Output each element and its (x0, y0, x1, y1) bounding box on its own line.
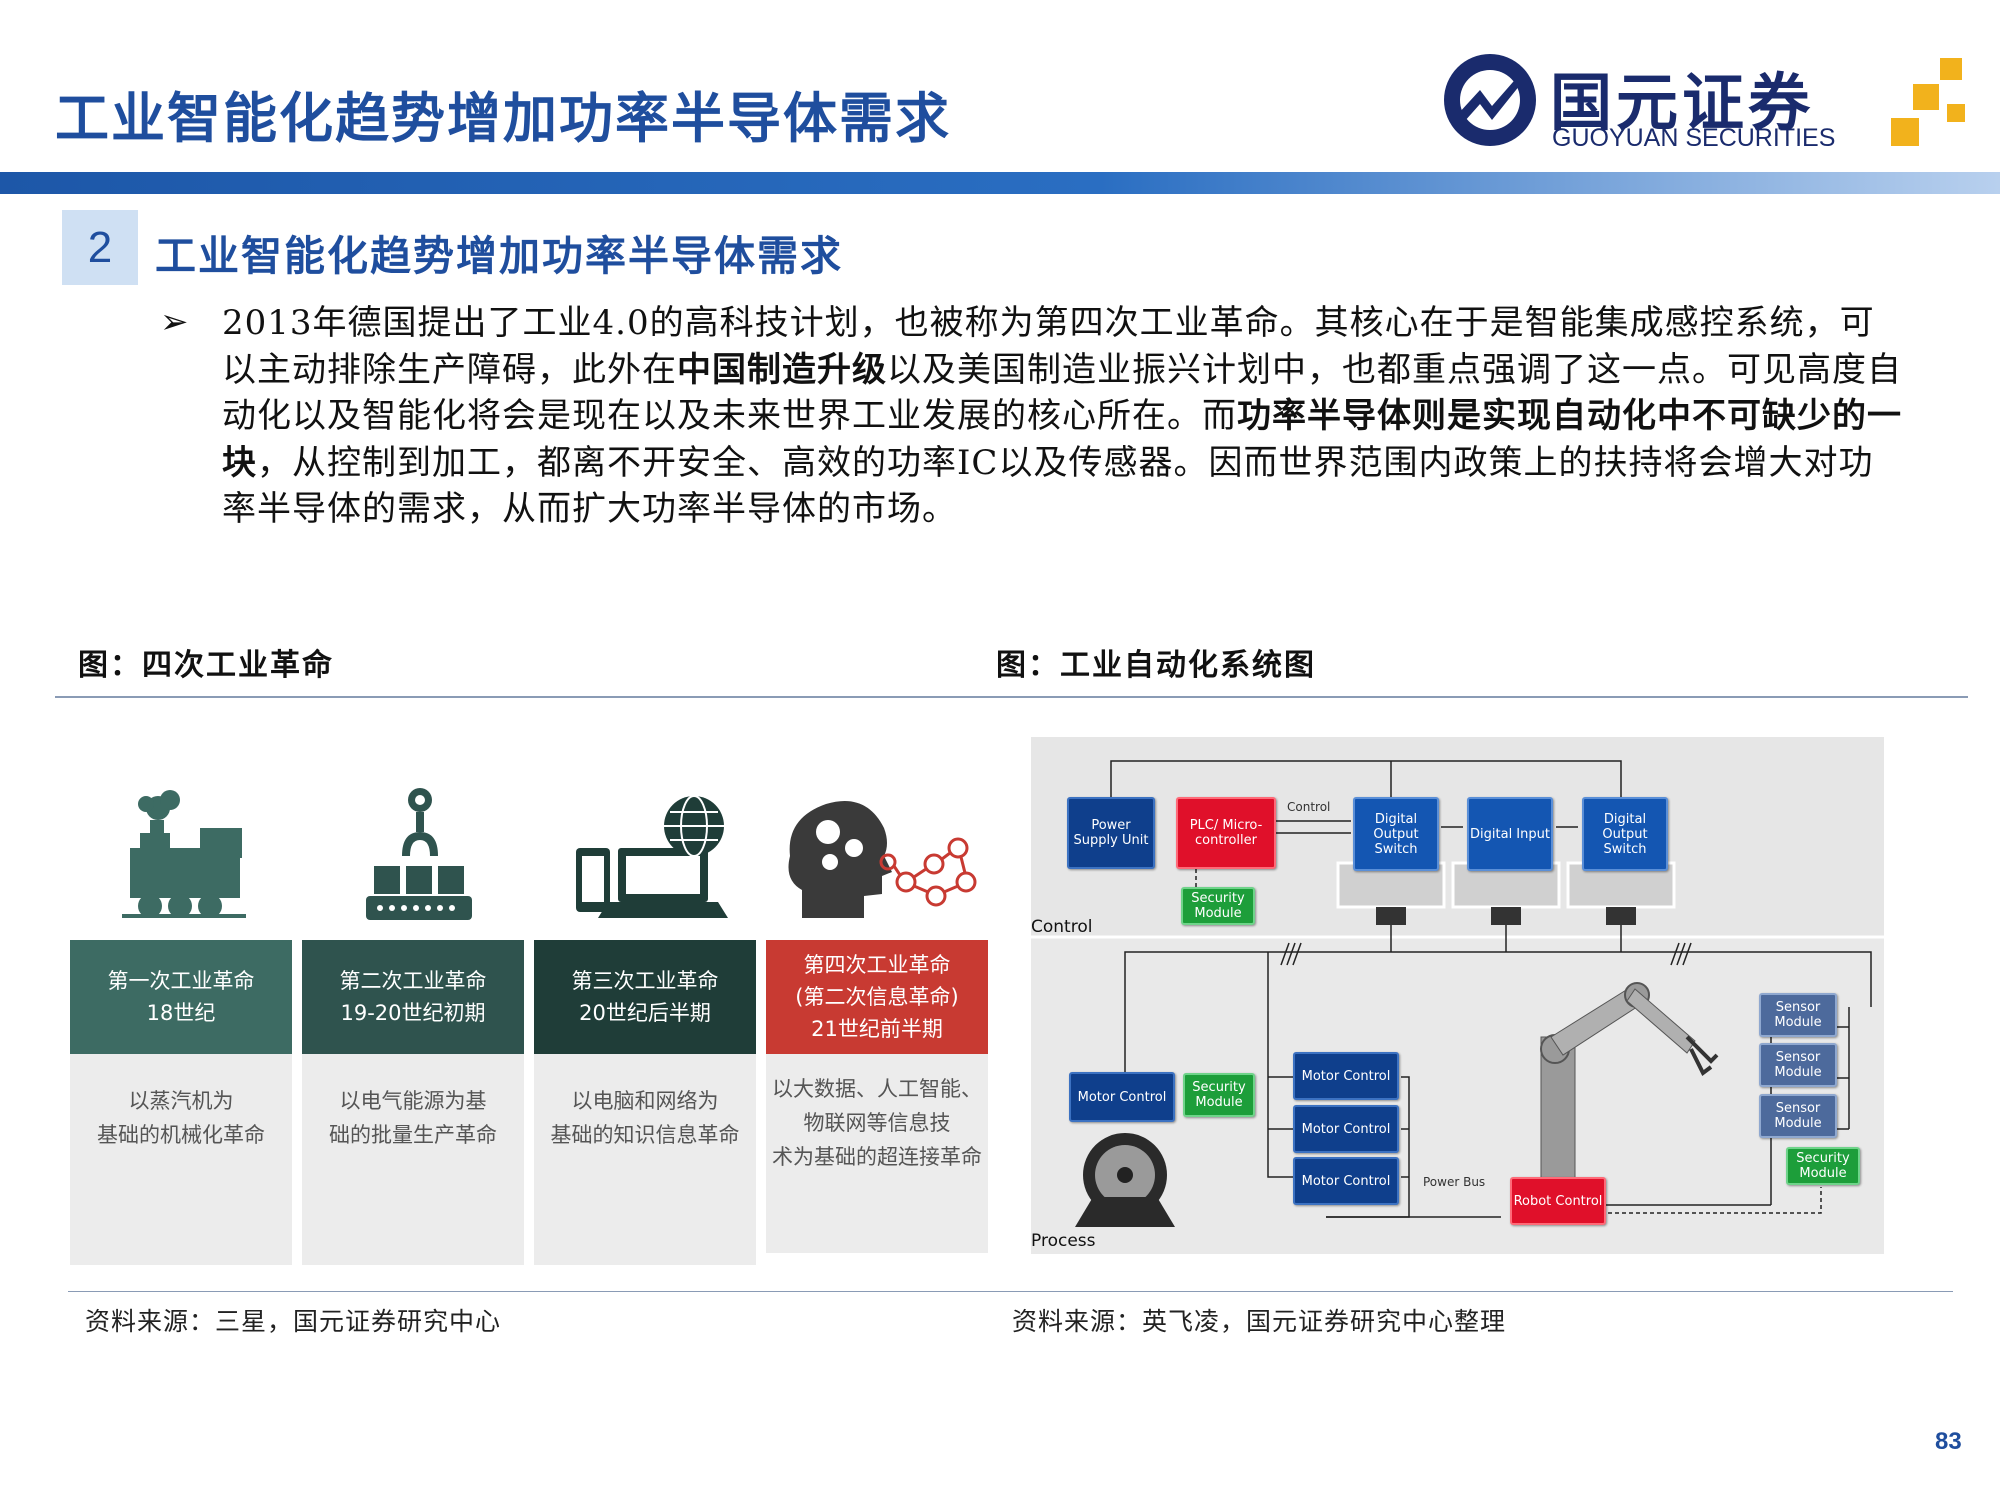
right-figure-title: 图：工业自动化系统图 (996, 648, 1316, 683)
revolution-header: 第三次工业革命 20世纪后半期 (534, 940, 756, 1054)
power-bus-label: Power Bus (1423, 1175, 1486, 1189)
digital-output-switch-1-box: Digital Output Switch (1353, 797, 1439, 871)
revolution-description: 以电气能源为基 础的批量生产革命 (302, 1054, 524, 1265)
revolution-name: 第四次工业革命 (803, 953, 951, 977)
revolution-description: 以电脑和网络为 基础的知识信息革命 (534, 1054, 756, 1265)
page-number: 83 (1935, 1428, 1962, 1455)
revolution-card-4: 第四次工业革命 (第二次信息革命) 21世纪前半期 以大数据、人工智能、 物联网… (766, 940, 988, 1253)
revolution-desc-line: 以电气能源为基 (339, 1089, 487, 1113)
revolution-desc-line: 以大数据、人工智能、 (772, 1077, 982, 1101)
process-section-label: Process (1031, 1231, 1096, 1251)
section-number: 2 (62, 210, 138, 285)
revolution-description: 以大数据、人工智能、 物联网等信息技 术为基础的超连接革命 (766, 1054, 988, 1253)
revolution-name: 第三次工业革命 (571, 969, 719, 993)
revolution-card-1: 第一次工业革命 18世纪 以蒸汽机为 基础的机械化革命 (70, 940, 292, 1265)
logo-gold-squares-icon (1891, 58, 1965, 146)
revolution-subname: (第二次信息革命) (795, 985, 959, 1009)
computer-network-icon (576, 795, 728, 918)
motor-control-2-box: Motor Control (1293, 1105, 1399, 1153)
left-figure-source: 资料来源：三星，国元证券研究中心 (85, 1307, 502, 1336)
digital-input-box: Digital Input (1467, 797, 1553, 871)
revolution-desc-line: 物联网等信息技 (803, 1111, 951, 1135)
revolution-desc-line: 础的批量生产革命 (329, 1123, 497, 1147)
security-module-top-box: Security Module (1181, 887, 1255, 925)
sensor-module-3-box: Sensor Module (1759, 1094, 1837, 1138)
logo-english-text: GUOYUAN SECURITIES (1552, 124, 1836, 152)
body-paragraph: 2013年德国提出了工业4.0的高科技计划，也被称为第四次工业革命。其核心在于是… (222, 300, 1902, 533)
paragraph-text-3: ，从控制到加工，都离不开安全、高效的功率IC以及传感器。因而世界范围内政策上的扶… (222, 442, 1874, 530)
source-divider (68, 1291, 1953, 1292)
revolution-desc-line: 以电脑和网络为 (571, 1089, 719, 1113)
ai-head-gears-icon (788, 801, 977, 918)
revolution-card-2: 第二次工业革命 19-20世纪初期 以电气能源为基 础的批量生产革命 (302, 940, 524, 1265)
motor-control-left-box: Motor Control (1069, 1072, 1175, 1122)
revolution-period: 19-20世纪初期 (340, 1001, 486, 1025)
power-supply-unit-box: Power Supply Unit (1067, 797, 1155, 869)
steam-train-icon (122, 790, 246, 918)
figure-title-divider (55, 696, 1968, 698)
robot-control-box: Robot Control (1510, 1177, 1606, 1225)
revolution-desc-line: 基础的知识信息革命 (550, 1123, 740, 1147)
motor-control-1-box: Motor Control (1293, 1052, 1399, 1100)
security-module-left-box: Security Module (1183, 1073, 1255, 1117)
sensor-module-1-box: Sensor Module (1759, 993, 1837, 1037)
header-divider-bar (0, 172, 2000, 194)
revolution-period: 21世纪前半期 (811, 1017, 943, 1041)
page-title: 工业智能化趋势增加功率半导体需求 (55, 86, 951, 150)
control-signal-label: Control (1287, 800, 1331, 814)
security-module-right-box: Security Module (1786, 1147, 1860, 1185)
revolution-period: 20世纪后半期 (579, 1001, 711, 1025)
sensor-module-2-box: Sensor Module (1759, 1043, 1837, 1087)
motor-control-3-box: Motor Control (1293, 1157, 1399, 1205)
bullet-arrow-icon: ➢ (160, 302, 189, 342)
revolution-card-3: 第三次工业革命 20世纪后半期 以电脑和网络为 基础的知识信息革命 (534, 940, 756, 1265)
revolution-header: 第四次工业革命 (第二次信息革命) 21世纪前半期 (766, 940, 988, 1054)
company-logo: 国元证券 GUOYUAN SECURITIES (1440, 48, 1980, 158)
left-figure-title: 图：四次工业革命 (78, 648, 334, 683)
revolution-desc-line: 术为基础的超连接革命 (772, 1145, 982, 1169)
automation-system-diagram: Power Supply Unit PLC/ Micro- controller… (1031, 737, 1884, 1254)
revolution-header: 第二次工业革命 19-20世纪初期 (302, 940, 524, 1054)
output-device-icon (1336, 861, 1676, 925)
logo-emblem-icon (1444, 54, 1536, 146)
paragraph-bold-1: 中国制造升级 (677, 349, 887, 390)
section-title: 工业智能化趋势增加功率半导体需求 (155, 232, 843, 280)
revolution-period: 18世纪 (146, 1001, 216, 1025)
revolution-desc-line: 以蒸汽机为 (128, 1089, 234, 1113)
revolution-name: 第一次工业革命 (107, 969, 255, 993)
assembly-robot-icon (366, 788, 472, 920)
revolution-desc-line: 基础的机械化革命 (97, 1123, 265, 1147)
revolution-description: 以蒸汽机为 基础的机械化革命 (70, 1054, 292, 1265)
plc-microcontroller-box: PLC/ Micro- controller (1176, 797, 1276, 869)
revolution-header: 第一次工业革命 18世纪 (70, 940, 292, 1054)
revolution-name: 第二次工业革命 (339, 969, 487, 993)
digital-output-switch-2-box: Digital Output Switch (1582, 797, 1668, 871)
right-figure-source: 资料来源：英飞凌，国元证券研究中心整理 (1012, 1307, 1507, 1336)
control-section-label: Control (1031, 917, 1093, 937)
